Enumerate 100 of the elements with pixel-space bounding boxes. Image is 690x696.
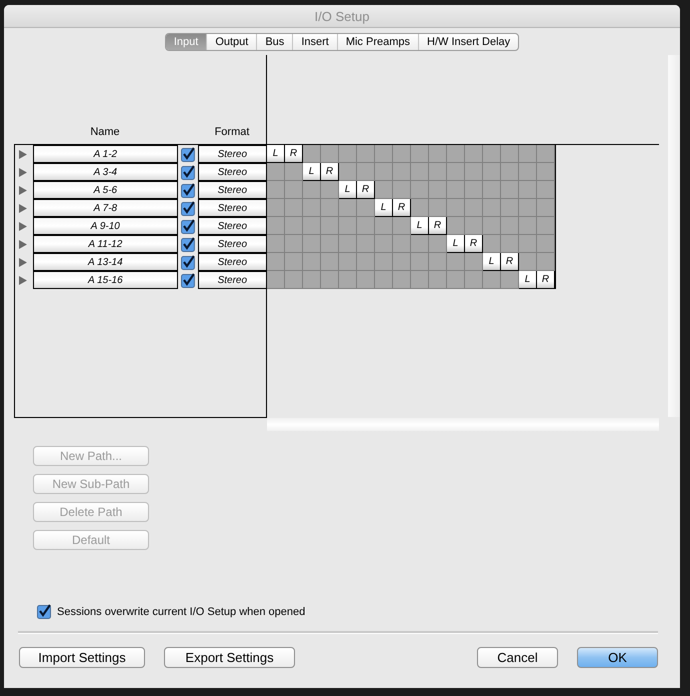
channel-assignment[interactable]: R	[285, 145, 303, 163]
grid-cell[interactable]	[429, 199, 447, 217]
grid-cell[interactable]	[447, 253, 465, 271]
checkbox[interactable]	[180, 236, 196, 252]
channel-assignment[interactable]: R	[321, 163, 339, 181]
footer-button[interactable]: Cancel	[477, 647, 558, 668]
grid-cell[interactable]	[447, 271, 465, 289]
footer-button[interactable]: Import Settings	[19, 647, 145, 668]
grid-cell[interactable]	[483, 217, 501, 235]
grid-cell[interactable]	[447, 163, 465, 181]
grid-cell[interactable]	[447, 217, 465, 235]
grid-cell[interactable]	[447, 145, 465, 163]
grid-cell[interactable]	[501, 145, 519, 163]
grid-cell[interactable]	[465, 253, 483, 271]
grid-cell[interactable]	[321, 253, 339, 271]
grid-cell[interactable]	[519, 253, 537, 271]
grid-cell[interactable]	[339, 163, 357, 181]
grid-cell[interactable]	[339, 271, 357, 289]
grid-cell[interactable]	[519, 163, 537, 181]
path-name-cell[interactable]: A 13-14	[32, 253, 178, 271]
grid-cell[interactable]	[519, 235, 537, 253]
grid-cell[interactable]	[429, 163, 447, 181]
grid-cell[interactable]	[537, 217, 555, 235]
grid-cell[interactable]	[519, 217, 537, 235]
tab[interactable]: H/W Insert Delay	[418, 34, 518, 50]
grid-cell[interactable]	[285, 163, 303, 181]
grid-cell[interactable]	[303, 271, 321, 289]
grid-cell[interactable]	[411, 181, 429, 199]
grid-cell[interactable]	[339, 235, 357, 253]
grid-cell[interactable]	[501, 181, 519, 199]
channel-assignment[interactable]: L	[303, 163, 321, 181]
grid-cell[interactable]	[429, 271, 447, 289]
path-name-cell[interactable]: A 5-6	[32, 181, 178, 199]
grid-cell[interactable]	[267, 235, 285, 253]
grid-cell[interactable]	[321, 271, 339, 289]
grid-cell[interactable]	[519, 145, 537, 163]
grid-cell[interactable]	[375, 181, 393, 199]
grid-cell[interactable]	[465, 217, 483, 235]
channel-assignment[interactable]: R	[465, 235, 483, 253]
grid-cell[interactable]	[303, 145, 321, 163]
grid-cell[interactable]	[447, 181, 465, 199]
grid-cell[interactable]	[465, 199, 483, 217]
channel-assignment[interactable]: L	[375, 199, 393, 217]
grid-cell[interactable]	[537, 235, 555, 253]
grid-cell[interactable]	[483, 235, 501, 253]
channel-assignment[interactable]: R	[357, 181, 375, 199]
path-name-cell[interactable]: A 11-12	[32, 235, 178, 253]
grid-cell[interactable]	[321, 217, 339, 235]
checkbox[interactable]	[180, 146, 196, 162]
grid-cell[interactable]	[285, 271, 303, 289]
checkbox[interactable]	[180, 254, 196, 270]
grid-cell[interactable]	[303, 253, 321, 271]
grid-cell[interactable]	[393, 271, 411, 289]
path-name-cell[interactable]: A 3-4	[32, 163, 178, 181]
grid-cell[interactable]	[357, 235, 375, 253]
grid-cell[interactable]	[483, 199, 501, 217]
grid-cell[interactable]	[285, 199, 303, 217]
channel-assignment[interactable]: L	[339, 181, 357, 199]
channel-assignment[interactable]: L	[519, 271, 537, 289]
checkbox[interactable]	[180, 272, 196, 288]
grid-cell[interactable]	[375, 271, 393, 289]
grid-cell[interactable]	[357, 199, 375, 217]
footer-button[interactable]: Export Settings	[164, 647, 295, 668]
grid-cell[interactable]	[321, 235, 339, 253]
grid-cell[interactable]	[267, 271, 285, 289]
grid-cell[interactable]	[375, 217, 393, 235]
grid-cell[interactable]	[267, 253, 285, 271]
grid-cell[interactable]	[411, 253, 429, 271]
grid-cell[interactable]	[393, 217, 411, 235]
grid-cell[interactable]	[357, 163, 375, 181]
grid-cell[interactable]	[303, 199, 321, 217]
grid-cell[interactable]	[339, 253, 357, 271]
grid-cell[interactable]	[393, 235, 411, 253]
grid-cell[interactable]	[465, 181, 483, 199]
grid-cell[interactable]	[285, 253, 303, 271]
grid-cell[interactable]	[501, 235, 519, 253]
grid-cell[interactable]	[267, 163, 285, 181]
horizontal-scrollbar[interactable]	[267, 418, 659, 431]
grid-cell[interactable]	[537, 199, 555, 217]
grid-cell[interactable]	[375, 145, 393, 163]
path-name-cell[interactable]: A 7-8	[32, 199, 178, 217]
grid-cell[interactable]	[393, 145, 411, 163]
tab[interactable]: Output	[206, 34, 256, 50]
ok-button[interactable]: OK	[577, 647, 658, 668]
channel-assignment[interactable]: R	[393, 199, 411, 217]
grid-cell[interactable]	[465, 163, 483, 181]
grid-cell[interactable]	[537, 253, 555, 271]
tab[interactable]: Mic Preamps	[336, 34, 418, 50]
grid-cell[interactable]	[393, 253, 411, 271]
grid-cell[interactable]	[501, 163, 519, 181]
checkbox[interactable]	[180, 164, 196, 180]
grid-cell[interactable]	[321, 181, 339, 199]
grid-cell[interactable]	[537, 163, 555, 181]
grid-cell[interactable]	[393, 163, 411, 181]
grid-cell[interactable]	[285, 181, 303, 199]
grid-cell[interactable]	[267, 217, 285, 235]
grid-cell[interactable]	[537, 181, 555, 199]
grid-cell[interactable]	[303, 217, 321, 235]
channel-assignment[interactable]: R	[429, 217, 447, 235]
channel-assignment[interactable]: R	[501, 253, 519, 271]
